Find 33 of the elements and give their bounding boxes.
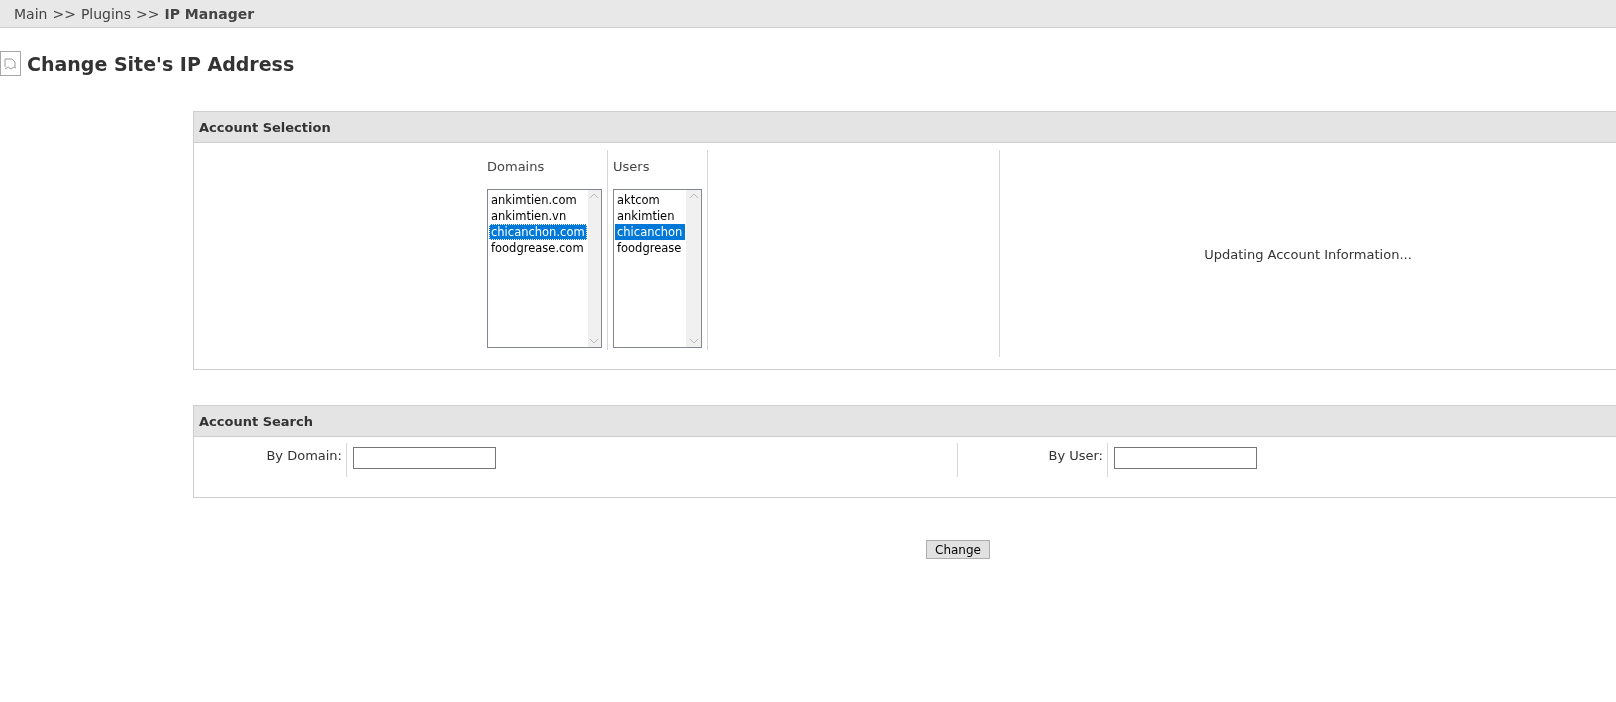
column-heading: Users: [613, 157, 651, 176]
scroll-down-icon[interactable]: [689, 339, 698, 344]
scroll-up-icon[interactable]: [590, 193, 599, 198]
scrollbar[interactable]: [587, 190, 601, 347]
scrollbar[interactable]: [686, 190, 701, 347]
broken-image-icon: [0, 51, 21, 76]
list-option[interactable]: foodgrease: [615, 240, 685, 256]
status-message: Updating Account Information...: [1204, 247, 1412, 262]
breadcrumb-link[interactable]: Plugins: [80, 5, 132, 22]
scroll-down-icon[interactable]: [590, 339, 599, 344]
page-title: Change Site's IP Address: [27, 52, 295, 75]
list-option[interactable]: aktcom: [615, 192, 685, 208]
breadcrumb-current: IP Manager: [164, 5, 255, 22]
panel-header: Account Search: [194, 406, 1616, 437]
column-heading: Domains: [487, 157, 546, 176]
list-option[interactable]: ankimtien.com: [489, 192, 587, 208]
list-option[interactable]: ankimtien: [615, 208, 685, 224]
list-option[interactable]: ankimtien.vn: [489, 208, 587, 224]
list-option[interactable]: chicanchon: [615, 224, 685, 240]
list-box[interactable]: aktcom ankimtien chicanchon foodgrease: [613, 189, 702, 348]
list-option[interactable]: foodgrease.com: [489, 240, 587, 256]
breadcrumb-separator: >>: [52, 5, 76, 22]
search-field[interactable]: [1114, 447, 1257, 469]
breadcrumb-link[interactable]: Main: [14, 5, 48, 22]
panel-header: Account Selection: [194, 112, 1616, 143]
field-label: By User:: [958, 443, 1108, 477]
list-option[interactable]: chicanchon.com: [489, 224, 587, 240]
breadcrumb-separator: >>: [136, 5, 160, 22]
search-field[interactable]: [353, 447, 496, 469]
scroll-up-icon[interactable]: [689, 193, 698, 198]
list-box[interactable]: ankimtien.com ankimtien.vn chicanchon.com foodgrease.com: [487, 189, 602, 348]
field-label: By Domain:: [194, 443, 347, 477]
change-button[interactable]: Change: [926, 540, 990, 559]
